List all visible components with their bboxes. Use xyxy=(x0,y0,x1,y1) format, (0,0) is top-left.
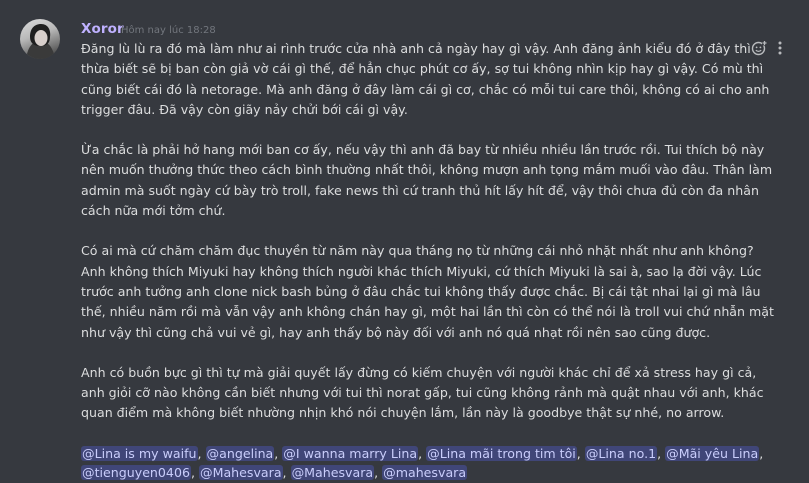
mention-separator: , xyxy=(576,445,585,461)
mention-separator: , xyxy=(759,445,764,461)
user-mention[interactable]: @Mahesvara xyxy=(290,465,375,481)
mention-list: @Lina is my waifu, @angelina, @I wanna m… xyxy=(81,444,781,483)
message-content: Đăng lù lù ra đó mà làm như ai rình trướ… xyxy=(81,39,781,483)
mention-separator: , xyxy=(190,465,199,481)
user-mention[interactable]: @Lina is my waifu xyxy=(81,445,198,461)
user-mention[interactable]: @Lina mãi trong tim tôi xyxy=(426,445,577,461)
mention-separator: , xyxy=(657,445,666,461)
chat-message: Xoror Hôm nay lúc 18:28 Đăng lù lù ra đó… xyxy=(0,0,809,481)
message-paragraph: Ừa chắc là phải hở hang mới ban cơ ấy, n… xyxy=(81,142,773,219)
mention-separator: , xyxy=(374,465,383,481)
user-mention[interactable]: @Lina no.1 xyxy=(584,445,658,461)
mention-separator: , xyxy=(282,465,291,481)
user-mention[interactable]: @angelina xyxy=(205,445,275,461)
author-name[interactable]: Xoror xyxy=(81,21,124,37)
user-mention[interactable]: @Mãi yêu Lina xyxy=(665,445,760,461)
user-mention[interactable]: @tienguyen0406 xyxy=(81,465,191,481)
user-mention[interactable]: @I wanna marry Lina xyxy=(282,445,419,461)
mention-separator: , xyxy=(197,445,206,461)
avatar-image xyxy=(26,24,55,59)
user-mention[interactable]: @mahesvara xyxy=(382,465,468,481)
mention-separator: , xyxy=(418,445,427,461)
avatar[interactable] xyxy=(20,19,60,59)
message-paragraph: Anh có buồn bực gì thì tự mà giải quyết … xyxy=(81,364,764,421)
user-mention[interactable]: @Mahesvara xyxy=(199,465,283,481)
message-paragraph: Có ai mà cứ chăm chăm đục thuyền từ năm … xyxy=(81,243,774,340)
message-timestamp: Hôm nay lúc 18:28 xyxy=(121,25,216,36)
message-paragraph: Đăng lù lù ra đó mà làm như ai rình trướ… xyxy=(81,41,770,117)
